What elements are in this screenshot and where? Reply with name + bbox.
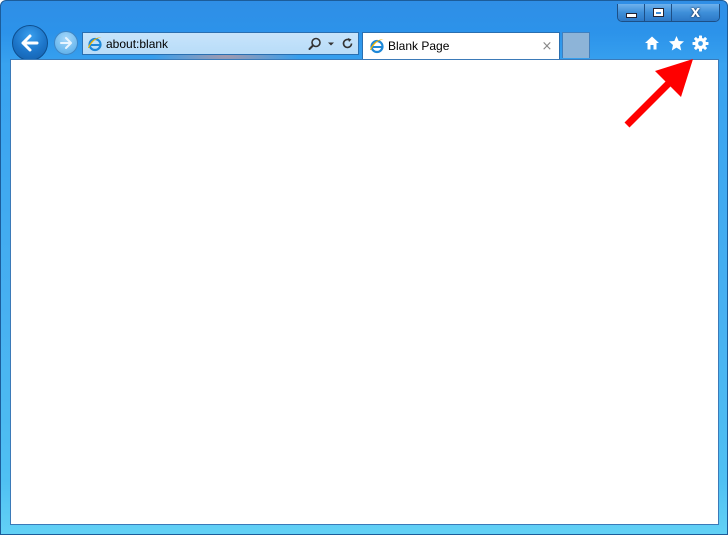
ie-page-icon (370, 39, 384, 54)
tab-blank-page[interactable]: Blank Page × (362, 32, 560, 59)
home-icon (645, 36, 659, 50)
address-dropdown-button[interactable] (323, 35, 339, 53)
tools-button[interactable] (690, 33, 710, 53)
maximize-icon (653, 9, 663, 16)
search-button[interactable] (307, 35, 323, 53)
favorites-star-icon (668, 35, 684, 50)
close-icon: X (690, 5, 701, 20)
refresh-icon (342, 38, 352, 49)
new-tab-button[interactable] (562, 32, 590, 58)
forward-arrow-icon (60, 37, 72, 49)
home-button[interactable] (642, 33, 662, 53)
search-icon (308, 37, 321, 50)
browser-window: X about:blank Blank Page × (0, 0, 728, 535)
tab-close-button[interactable]: × (539, 38, 555, 54)
tab-title: Blank Page (388, 39, 450, 53)
close-icon: × (541, 38, 553, 54)
ie-page-icon (88, 36, 102, 51)
favorites-button[interactable] (666, 33, 686, 53)
minimize-icon (626, 14, 636, 17)
caption-buttons: X (617, 4, 720, 22)
chevron-down-icon (328, 42, 334, 45)
back-button[interactable] (12, 25, 48, 61)
address-url[interactable]: about:blank (106, 37, 307, 51)
page-content-area[interactable] (10, 59, 719, 525)
maximize-button[interactable] (645, 4, 672, 21)
forward-button[interactable] (54, 31, 78, 55)
address-bar[interactable]: about:blank (82, 32, 359, 55)
close-window-button[interactable]: X (672, 4, 719, 21)
minimize-button[interactable] (618, 4, 645, 21)
refresh-button[interactable] (339, 35, 355, 53)
back-arrow-icon (21, 34, 39, 52)
tools-gear-icon (692, 35, 708, 51)
